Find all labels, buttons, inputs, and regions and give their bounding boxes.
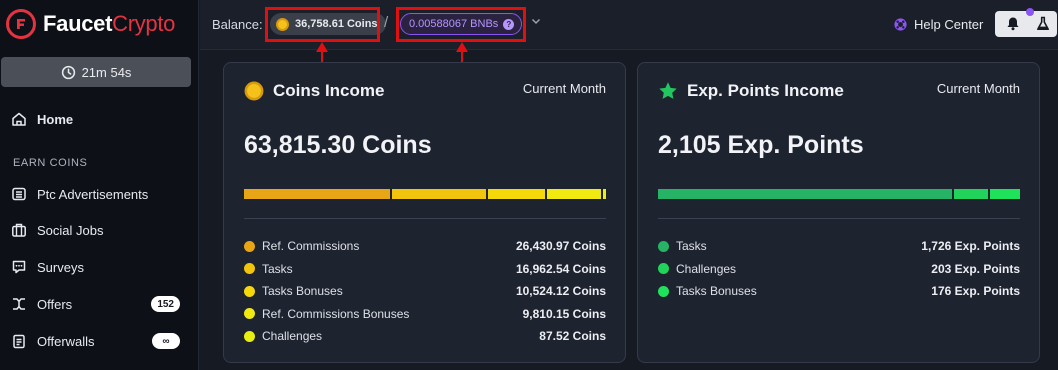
breakdown-row: Challenges 87.52 Coins [244,327,606,345]
chevron-down-icon[interactable] [531,16,541,26]
sidebar-item-offerwalls[interactable]: Offerwalls ∞ [10,329,190,353]
breakdown-row: Challenges 203 Exp. Points [658,260,1020,278]
legend-dot [244,330,255,342]
card-title: Exp. Points Income [658,81,844,101]
bar-segment [603,189,606,199]
breakdown-row: Tasks Bonuses 10,524.12 Coins [244,282,606,300]
sidebar-item-social-jobs[interactable]: Social Jobs [10,218,190,242]
breakdown-label: Challenges [676,261,737,276]
exp-breakdown-bar [658,189,1020,199]
legend-dot [658,240,669,252]
bar-segment [487,189,546,199]
coin-icon [244,81,264,101]
bar-segment [954,189,988,199]
clock-icon [61,65,75,79]
breakdown-value: 9,810.15 Coins [522,306,606,321]
income-breakdown-bar [244,189,606,199]
breakdown-label: Tasks Bonuses [262,284,343,298]
sidebar-item-label: Home [37,111,74,127]
clipboard-icon [10,332,28,350]
breakdown-label: Ref. Commissions Bonuses [262,306,410,321]
home-icon [10,110,28,128]
support-icon [894,18,907,31]
sidebar-item-label: Ptc Advertisements [37,186,149,202]
bell-icon [1007,17,1019,31]
sidebar-section-title: EARN COINS [13,157,88,169]
breakdown-value: 1,726 Exp. Points [921,239,1020,253]
bar-segment [392,189,486,199]
exp-points-card: Exp. Points Income Current Month 2,105 E… [637,62,1040,363]
legend-dot [244,308,255,319]
logo[interactable]: FaucetCrypto [6,8,175,40]
help-center-label: Help Center [914,17,984,32]
breakdown-label: Ref. Commissions [262,239,360,253]
legend-dot [658,285,669,297]
breakdown-label: Challenges [262,329,323,343]
bar-segment [547,189,602,199]
sidebar-item-offers[interactable]: Offers 152 [10,292,190,316]
sidebar-item-surveys[interactable]: Surveys [10,255,190,279]
coins-income-card: Coins Income Current Month 63,815.30 Coi… [223,62,626,363]
timer-value: 21m 54s [81,64,132,80]
offerwalls-count-badge: ∞ [152,333,180,349]
breakdown-label: Tasks [676,239,707,253]
sidebar-item-ptc-advertisements[interactable]: Ptc Advertisements [10,182,190,206]
card-title: Coins Income [244,81,384,101]
breakdown-row: Tasks 1,726 Exp. Points [658,237,1020,255]
breakdown-row: Tasks Bonuses 176 Exp. Points [658,282,1020,300]
card-period: Current Month [936,81,1020,96]
notification-dot [1026,8,1034,16]
sidebar-item-label: Offerwalls [37,333,95,349]
annotation-box-b [396,7,526,42]
balance-separator: / [384,14,389,31]
divider [658,218,1020,219]
star-icon [659,82,677,99]
sidebar-item-label: Offers [37,296,73,312]
breakdown-row: Ref. Commissions 26,430.97 Coins [244,237,606,255]
legend-dot [658,263,669,274]
breakdown-value: 87.52 Coins [539,329,606,343]
card-total: 63,815.30 Coins [244,131,432,159]
card-total: 2,105 Exp. Points [658,131,864,159]
offers-icon [10,295,28,313]
sidebar-item-label: Surveys [37,259,84,275]
sidebar-item-label: Social Jobs [37,222,104,238]
breakdown-label: Tasks Bonuses [676,284,757,298]
breakdown-value: 10,524.12 Coins [515,284,606,298]
breakdown-row: Ref. Commissions Bonuses 9,810.15 Coins [244,305,606,323]
breakdown-value: 26,430.97 Coins [515,239,606,253]
sidebar: FaucetCrypto 21m 54s Home EARN COINS Ptc… [0,0,199,370]
logo-icon [6,9,36,39]
legend-dot [244,263,255,274]
bar-segment [244,189,391,199]
list-icon [10,185,28,203]
bar-segment [658,189,952,199]
legend-dot [244,285,255,297]
flask-icon [1037,16,1049,30]
card-period: Current Month [522,81,606,96]
help-center-link[interactable]: Help Center [893,17,983,32]
divider [244,218,606,219]
notifications-button[interactable] [995,11,1057,37]
annotation-box-a [265,7,380,42]
sidebar-item-home[interactable]: Home [10,107,190,131]
claim-timer[interactable]: 21m 54s [1,57,191,87]
breakdown-label: Tasks [262,261,293,276]
bar-segment [990,189,1020,199]
legend-dot [244,240,255,252]
breakdown-value: 203 Exp. Points [931,261,1020,276]
breakdown-value: 176 Exp. Points [931,284,1020,298]
breakdown-value: 16,962.54 Coins [515,261,606,276]
breakdown-row: Tasks 16,962.54 Coins [244,260,606,278]
briefcase-icon [10,221,28,239]
balance-label: Balance: [212,17,263,32]
offers-count-badge: 152 [151,296,180,312]
app-name: FaucetCrypto [43,11,176,36]
chat-icon [10,258,28,276]
